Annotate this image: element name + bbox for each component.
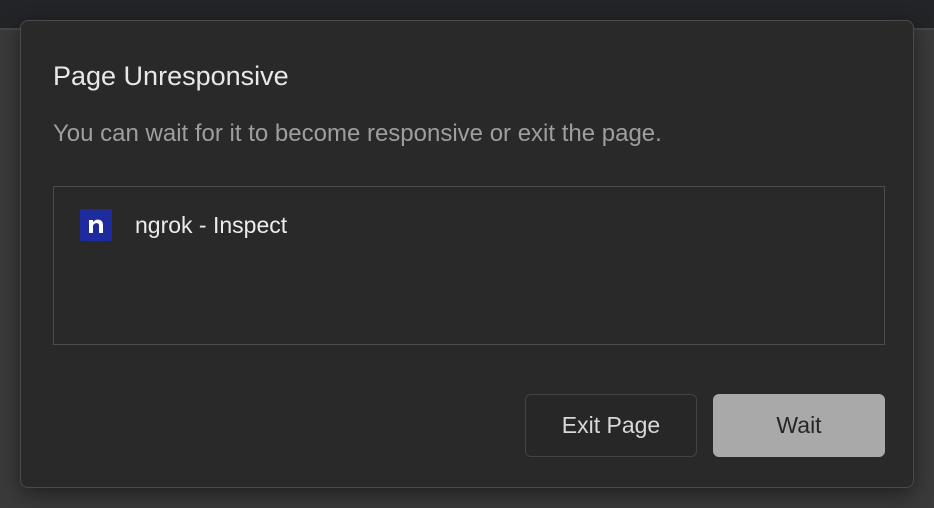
ngrok-n-icon <box>80 209 112 241</box>
list-item: ngrok - Inspect <box>80 209 287 241</box>
dialog-title: Page Unresponsive <box>53 61 289 91</box>
page-unresponsive-dialog: Page Unresponsive You can wait for it to… <box>20 20 914 488</box>
wait-button[interactable]: Wait <box>713 394 885 457</box>
unresponsive-page-list: ngrok - Inspect <box>53 186 885 345</box>
exit-page-button[interactable]: Exit Page <box>525 394 697 457</box>
page-title: ngrok - Inspect <box>135 212 288 238</box>
dialog-message: You can wait for it to become responsive… <box>53 120 662 147</box>
